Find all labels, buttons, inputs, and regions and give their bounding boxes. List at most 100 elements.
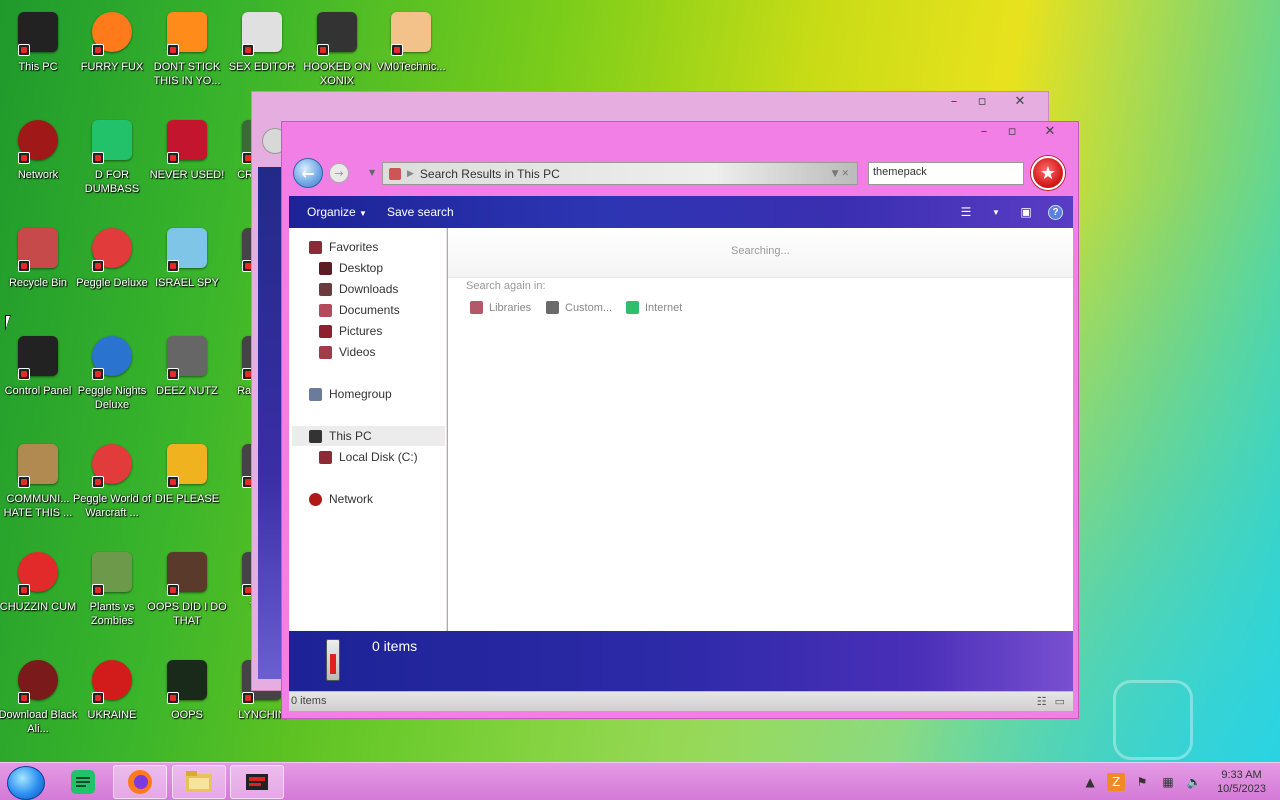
- app-tray-icon[interactable]: Z: [1107, 773, 1126, 791]
- nav-downloads[interactable]: Downloads: [319, 279, 398, 299]
- pictures-icon: [319, 324, 332, 338]
- address-text: Search Results in This PC: [419, 166, 560, 181]
- control-panel-icon: [246, 774, 268, 790]
- desktop-icon-this-pc[interactable]: This PC: [0, 2, 76, 102]
- large-icons-view-icon[interactable]: ▭: [1055, 695, 1065, 708]
- search-input[interactable]: themepack: [868, 162, 1024, 185]
- desktop-icon-chuzzin-cum[interactable]: CHUZZIN CUM: [0, 542, 76, 642]
- search-again-custom[interactable]: Custom...: [546, 301, 612, 314]
- preview-pane-icon[interactable]: ▣: [1018, 204, 1034, 220]
- desktop-icon-peggle-world-of-warcraft[interactable]: Peggle World of Warcraft ...: [73, 434, 151, 534]
- details-view-icon[interactable]: ☷: [1037, 695, 1047, 708]
- nav-videos[interactable]: Videos: [319, 342, 375, 362]
- forward-arrow-icon: →: [334, 166, 344, 180]
- back-button[interactable]: ←: [293, 158, 323, 188]
- help-icon[interactable]: ?: [1048, 204, 1063, 220]
- desktop-icon-download-black-ali[interactable]: Download Black Ali...: [0, 650, 77, 750]
- minimize-icon[interactable]: –: [940, 92, 968, 110]
- desktop-icon-plants-vs-zombies[interactable]: Plants vs Zombies: [74, 542, 150, 642]
- forward-button[interactable]: →: [329, 163, 349, 183]
- nav-local-disk[interactable]: Local Disk (C:): [319, 447, 418, 467]
- maximize-icon[interactable]: ▫: [998, 122, 1026, 140]
- nav-desktop[interactable]: Desktop: [319, 258, 383, 278]
- desktop-icon-peggle-nights-deluxe[interactable]: Peggle Nights Deluxe: [74, 326, 150, 426]
- peggle-nights-icon: [88, 332, 136, 380]
- desktop-icon-oops-did-i-do-that[interactable]: OOPS DID I DO THAT: [147, 542, 227, 642]
- downloads-icon: [319, 282, 332, 296]
- desktop-icon-d-for-dumbass[interactable]: D FOR DUMBASS: [74, 110, 150, 210]
- clock[interactable]: 9:33 AM 10/5/2023: [1217, 768, 1266, 796]
- taskbar-firefox[interactable]: [113, 765, 167, 799]
- nav-documents[interactable]: Documents: [319, 300, 400, 320]
- desktop-icon-die-please[interactable]: DIE PLEASE: [149, 434, 225, 534]
- desktop-icon-israel-spy[interactable]: ISRAEL SPY: [149, 218, 225, 318]
- desktop-icon-deez-nutz[interactable]: DEEZ NUTZ: [149, 326, 225, 426]
- taskbar-file-explorer[interactable]: [172, 765, 226, 799]
- maximize-icon[interactable]: ▫: [968, 92, 996, 110]
- save-search-button[interactable]: Save search: [377, 205, 464, 219]
- address-dropdown-icon[interactable]: ▼ ✕: [832, 169, 849, 179]
- shortcut-arrow-icon: [18, 44, 30, 56]
- shortcut-arrow-icon: [18, 584, 30, 596]
- recent-pages-dropdown-icon[interactable]: ▼: [369, 168, 375, 177]
- desktop-icon-sex-editor[interactable]: SEX EDITOR: [224, 2, 300, 102]
- address-bar[interactable]: ▶ Search Results in This PC ▼ ✕: [382, 162, 858, 185]
- desktop-icon-label: DONT STICK THIS IN YO...: [153, 61, 221, 87]
- desktop-icon-label: Peggle Deluxe: [76, 277, 148, 289]
- minimize-icon[interactable]: –: [970, 122, 998, 140]
- flag-icon[interactable]: ⚑: [1133, 773, 1151, 791]
- desktop-icon-label: OOPS DID I DO THAT: [147, 601, 227, 627]
- monitor-icon: [14, 8, 62, 56]
- red-skull-icon: [14, 656, 62, 704]
- nav-favorites[interactable]: Favorites: [309, 237, 378, 257]
- hxd-editor-icon: [238, 8, 286, 56]
- search-again-internet[interactable]: Internet: [626, 301, 682, 314]
- desktop-icon-ukraine[interactable]: UKRAINE: [74, 650, 150, 750]
- desktop-icon-communi-hate-this[interactable]: COMMUNI... HATE THIS ...: [0, 434, 76, 534]
- nav-label: Documents: [339, 303, 400, 317]
- network-status-icon[interactable]: ▦: [1159, 773, 1177, 791]
- explorer-window[interactable]: – ▫ ✕ ← → ▼ ▶ Search Results in This PC …: [281, 121, 1079, 719]
- content-pane: Searching... Search again in: Libraries …: [448, 228, 1073, 631]
- desktop-icon-label: D FOR DUMBASS: [84, 169, 140, 195]
- background-caption-buttons: – ▫ ✕: [940, 92, 1044, 110]
- desktop-icon-label: VM0Technic...: [376, 61, 446, 73]
- nav-pictures[interactable]: Pictures: [319, 321, 382, 341]
- peggle-icon: [88, 224, 136, 272]
- view-options-icon[interactable]: ☰: [958, 204, 974, 220]
- search-again-libraries[interactable]: Libraries: [470, 301, 531, 314]
- shortcut-arrow-icon: [92, 152, 104, 164]
- custom-folder-icon: [546, 301, 559, 314]
- taskbar-control-panel[interactable]: [230, 765, 284, 799]
- status-item-count: 0 items: [291, 695, 327, 707]
- chevron-down-icon[interactable]: ▼: [988, 204, 1004, 220]
- caption-buttons: – ▫ ✕: [970, 122, 1074, 140]
- desktop-icon-never-used[interactable]: NEVER USED!: [149, 110, 225, 210]
- desktop-icon-dont-stick-this-in-yo[interactable]: DONT STICK THIS IN YO...: [149, 2, 225, 102]
- search-star-button[interactable]: ★: [1031, 156, 1065, 190]
- desktop-icon-vm0technic[interactable]: VM0Technic...: [373, 2, 449, 102]
- start-button[interactable]: [7, 766, 45, 800]
- show-hidden-icons-icon[interactable]: ▲: [1081, 773, 1099, 791]
- nav-network[interactable]: Network: [309, 489, 373, 509]
- close-icon[interactable]: ✕: [996, 92, 1044, 110]
- nav-this-pc[interactable]: This PC: [292, 426, 445, 446]
- xonix-game-icon: [313, 8, 361, 56]
- breadcrumb-chevron-icon[interactable]: ▶: [407, 169, 414, 179]
- videos-icon: [319, 345, 332, 359]
- searching-banner: Searching...: [448, 228, 1073, 278]
- star-icon: ★: [1039, 162, 1057, 184]
- desktop-icon-recycle-bin[interactable]: Recycle Bin: [0, 218, 76, 318]
- desktop-icon-peggle-deluxe[interactable]: Peggle Deluxe: [74, 218, 150, 318]
- volume-icon[interactable]: 🔈: [1185, 773, 1203, 791]
- taskbar-notes-app[interactable]: [56, 765, 110, 799]
- close-icon[interactable]: ✕: [1026, 122, 1074, 140]
- desktop-icon-furry-fux[interactable]: FURRY FUX: [74, 2, 150, 102]
- desktop-icon-control-panel[interactable]: Control Panel: [0, 326, 76, 426]
- desktop-icon-oops[interactable]: OOPS: [149, 650, 225, 750]
- nav-homegroup[interactable]: Homegroup: [309, 384, 392, 404]
- desktop-icon-network[interactable]: Network: [0, 110, 76, 210]
- desktop-icon-hooked-on-xonix[interactable]: HOOKED ON XONIX: [299, 2, 375, 102]
- organize-button[interactable]: Organize ▼: [297, 205, 377, 219]
- details-pane: 0 items: [289, 631, 1073, 691]
